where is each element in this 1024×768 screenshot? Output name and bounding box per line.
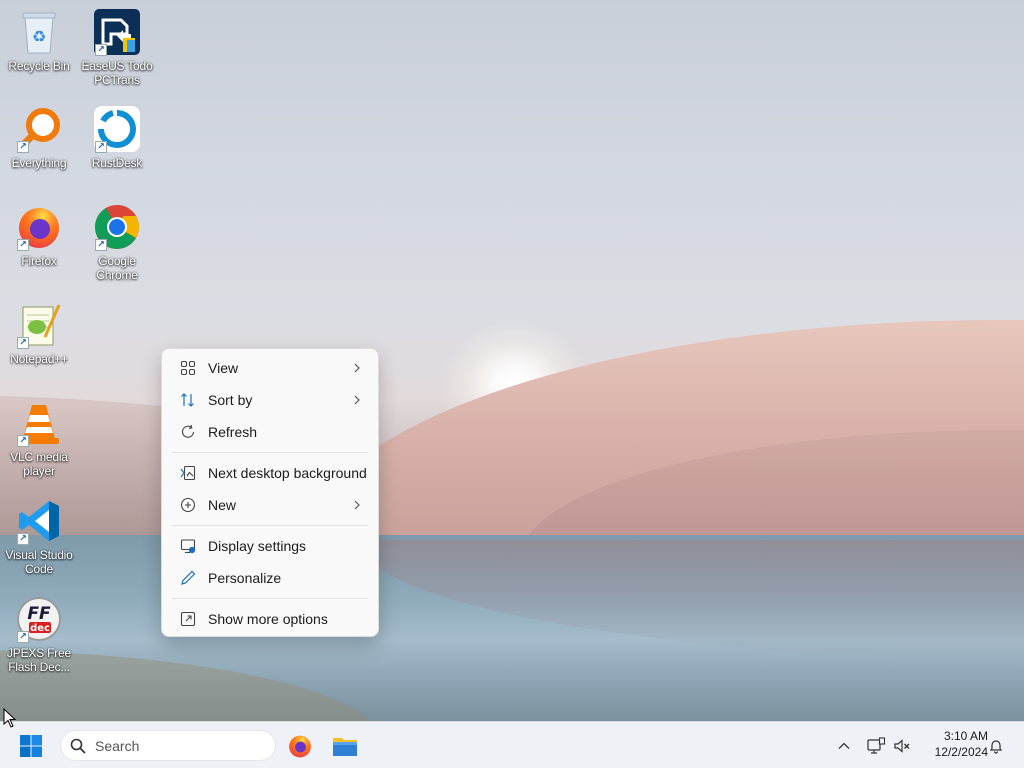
- menu-item-label: View: [208, 360, 239, 376]
- desktop-icon-label: VLC media player: [10, 450, 68, 478]
- shortcut-arrow-icon: ↗: [17, 337, 29, 349]
- shortcut-arrow-icon: ↗: [95, 239, 107, 251]
- sort-arrows-icon: [180, 392, 196, 408]
- menu-item-sort-by[interactable]: Sort by: [166, 384, 374, 416]
- mouse-cursor-icon: [3, 708, 17, 728]
- search-icon: [70, 738, 86, 753]
- chevron-up-icon: [838, 742, 850, 749]
- taskbar-app-file-explorer[interactable]: [329, 730, 361, 762]
- taskbar-app-firefox[interactable]: [284, 730, 316, 762]
- menu-item-view[interactable]: View: [166, 352, 374, 384]
- desktop-icon-jpexs[interactable]: FF dec ↗ JPEXS Free Flash Dec...: [1, 595, 77, 674]
- desktop-icon-label: Firefox: [21, 254, 57, 268]
- menu-separator: [172, 598, 368, 599]
- desktop-icon-recycle-bin[interactable]: ♻ Recycle Bin: [1, 8, 77, 73]
- volume-muted-icon: [894, 738, 910, 753]
- windows-logo-icon: [20, 735, 42, 757]
- menu-item-refresh[interactable]: Refresh: [166, 416, 374, 448]
- menu-item-next-desktop-background[interactable]: Next desktop background: [166, 457, 374, 489]
- menu-item-label: Sort by: [208, 392, 253, 408]
- desktop-context-menu: View Sort by Refresh Next desktop backgr…: [161, 348, 379, 637]
- chevron-right-icon: [354, 500, 360, 510]
- tray-overflow-button[interactable]: [836, 722, 852, 768]
- everything-search-icon: ↗: [15, 105, 63, 153]
- shortcut-arrow-icon: ↗: [17, 435, 29, 447]
- shortcut-arrow-icon: ↗: [17, 533, 29, 545]
- menu-item-display-settings[interactable]: Display settings: [166, 530, 374, 562]
- shortcut-arrow-icon: ↗: [95, 141, 107, 153]
- svg-text:FF: FF: [27, 604, 51, 624]
- start-button[interactable]: [16, 732, 46, 760]
- notification-bell-icon: [989, 739, 1003, 754]
- file-explorer-icon: [333, 738, 357, 756]
- notepad-plus-plus-icon: ↗: [15, 301, 63, 349]
- menu-item-label: Show more options: [208, 611, 328, 627]
- shortcut-arrow-icon: ↗: [95, 44, 107, 56]
- plus-circle-icon: [180, 497, 196, 513]
- chevron-right-icon: [354, 363, 360, 373]
- desktop-icon-label: Notepad++: [10, 352, 68, 366]
- clock-date: 12/2/2024: [934, 745, 988, 759]
- shortcut-arrow-icon: ↗: [17, 239, 29, 251]
- menu-separator: [172, 452, 368, 453]
- desktop-icon-label: Everything: [11, 156, 67, 170]
- desktop-icon-label: Google Chrome: [96, 254, 138, 282]
- firefox-icon: ↗: [15, 203, 63, 251]
- desktop-icon-vscode[interactable]: ↗ Visual Studio Code: [1, 497, 77, 576]
- menu-item-new[interactable]: New: [166, 489, 374, 521]
- taskbar-search-box[interactable]: Search: [60, 730, 276, 761]
- menu-separator: [172, 525, 368, 526]
- taskbar: Search 3:10 AM 12/2/2024: [0, 721, 1024, 768]
- menu-item-show-more-options[interactable]: Show more options: [166, 603, 374, 635]
- display-settings-icon: [180, 538, 196, 554]
- desktop-icon-notepad-plus-plus[interactable]: ↗ Notepad++: [1, 301, 77, 366]
- desktop-icon-everything[interactable]: ↗ Everything: [1, 105, 77, 170]
- desktop-icon-rustdesk[interactable]: ↗ RustDesk: [79, 105, 155, 170]
- tray-network-button[interactable]: [866, 722, 886, 768]
- desktop-icon-label: EaseUS Todo PCTrans: [81, 59, 153, 87]
- desktop-icon-label: Recycle Bin: [8, 59, 70, 73]
- desktop-icon-google-chrome[interactable]: ↗ Google Chrome: [79, 203, 155, 282]
- recycle-bin-icon: ♻: [15, 8, 63, 56]
- pen-icon: [180, 570, 196, 586]
- tray-volume-button[interactable]: [893, 722, 911, 768]
- desktop-icon-firefox[interactable]: ↗ Firefox: [1, 203, 77, 268]
- refresh-icon: [180, 424, 196, 440]
- jpexs-ffdec-icon: FF dec ↗: [15, 595, 63, 643]
- menu-item-label: Next desktop background: [208, 465, 367, 481]
- taskbar-clock[interactable]: 3:10 AM 12/2/2024: [918, 728, 988, 760]
- next-background-icon: [180, 465, 196, 481]
- shortcut-arrow-icon: ↗: [17, 141, 29, 153]
- menu-item-personalize[interactable]: Personalize: [166, 562, 374, 594]
- easeus-pctrans-icon: ↗: [93, 8, 141, 56]
- svg-text:dec: dec: [30, 623, 50, 634]
- search-placeholder: Search: [95, 737, 140, 754]
- desktop-icon-vlc[interactable]: ↗ VLC media player: [1, 399, 77, 478]
- external-options-icon: [180, 611, 196, 627]
- rustdesk-icon: ↗: [93, 105, 141, 153]
- vlc-icon: ↗: [15, 399, 63, 447]
- menu-item-label: Display settings: [208, 538, 307, 554]
- menu-item-label: Personalize: [208, 570, 282, 586]
- desktop-icon-label: JPEXS Free Flash Dec...: [6, 646, 72, 674]
- menu-item-label: New: [208, 497, 237, 513]
- chevron-right-icon: [354, 395, 360, 405]
- vscode-icon: ↗: [15, 497, 63, 545]
- desktop-icon-label: RustDesk: [91, 156, 143, 170]
- svg-text:♻: ♻: [32, 27, 46, 46]
- chrome-icon: ↗: [93, 203, 141, 251]
- clock-time: 3:10 AM: [943, 729, 988, 743]
- network-icon: [867, 736, 886, 754]
- menu-item-label: Refresh: [208, 424, 258, 440]
- desktop-icon-label: Visual Studio Code: [5, 548, 73, 576]
- notification-center-button[interactable]: [988, 722, 1004, 768]
- shortcut-arrow-icon: ↗: [17, 631, 29, 643]
- grid-view-icon: [180, 360, 196, 376]
- firefox-icon: [289, 735, 311, 758]
- desktop-icon-easeus-pctrans[interactable]: ↗ EaseUS Todo PCTrans: [79, 8, 155, 87]
